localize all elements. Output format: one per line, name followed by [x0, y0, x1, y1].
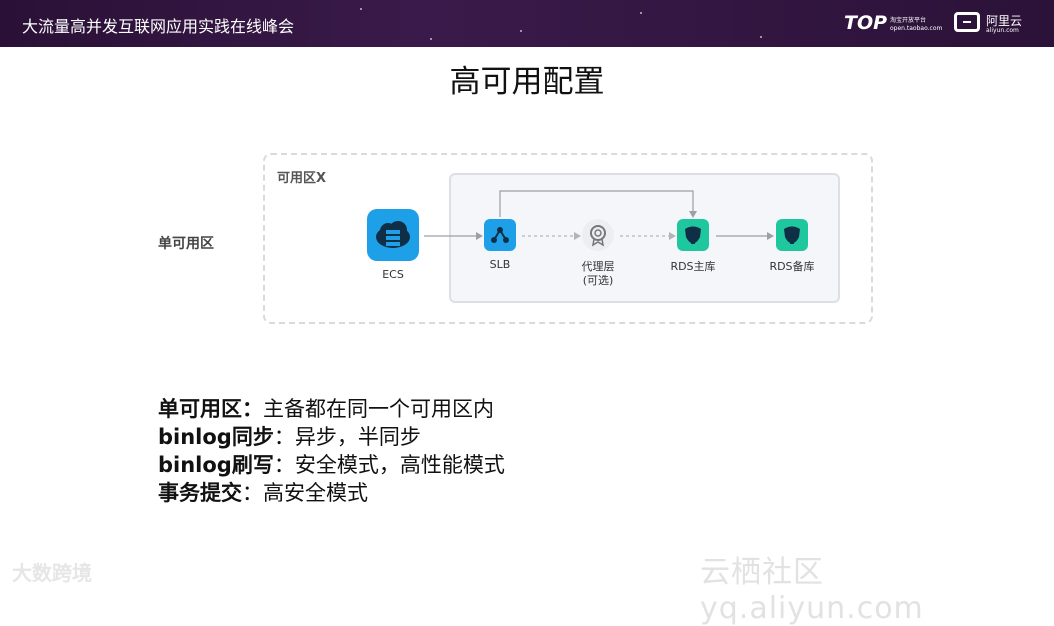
summary-value: 主备都在同一个可用区内	[263, 397, 494, 421]
star-decoration	[430, 38, 432, 40]
star-decoration	[520, 30, 522, 32]
watermark-left: 大数跨境	[12, 561, 92, 585]
star-decoration	[360, 8, 362, 10]
node-label-rds-master: RDS主库	[670, 260, 716, 273]
database-elephant-icon	[677, 219, 709, 251]
zone-label: 可用区X	[277, 171, 327, 186]
aliyun-logo-icon	[954, 12, 980, 32]
side-label: 单可用区	[158, 236, 214, 252]
node-label-rds-backup: RDS备库	[769, 260, 815, 273]
summary-line: 单可用区：主备都在同一个可用区内	[158, 393, 494, 423]
summary-value: ：安全模式，高性能模式	[273, 453, 505, 477]
aliyun-logo-url: aliyun.com	[986, 27, 1019, 34]
slide-title: 高可用配置	[449, 64, 605, 100]
star-decoration	[640, 12, 642, 14]
top-logo: TOP	[844, 12, 888, 34]
node-label-ecs: ECS	[382, 268, 404, 281]
summary-value: ：异步，半同步	[273, 425, 421, 449]
watermark-right: 云栖社区 yq.aliyun.com	[700, 555, 924, 626]
cloud-server-icon	[367, 209, 419, 261]
node-label-proxy-optional: (可选)	[582, 274, 614, 287]
header-title: 大流量高并发互联网应用实践在线峰会	[22, 17, 295, 36]
load-balancer-icon	[484, 219, 516, 251]
badge-icon	[582, 219, 614, 251]
database-elephant-icon	[776, 219, 808, 251]
summary-value: ：高安全模式	[242, 481, 368, 505]
summary-line: binlog刷写：安全模式，高性能模式	[158, 449, 505, 479]
summary-line: 事务提交：高安全模式	[158, 477, 368, 507]
summary-key: 单可用区：	[158, 397, 263, 421]
summary-key: binlog同步	[158, 425, 274, 449]
summary-key: binlog刷写	[158, 453, 274, 477]
star-decoration	[760, 36, 762, 38]
summary-line: binlog同步：异步，半同步	[158, 421, 421, 451]
node-label-slb: SLB	[489, 258, 511, 271]
top-logo-url: open.taobao.com	[890, 25, 943, 32]
top-logo-subtitle: 淘宝开放平台	[890, 17, 927, 24]
summary-key: 事务提交	[158, 481, 242, 505]
header-bar: 大流量高并发互联网应用实践在线峰会 TOP 淘宝开放平台 open.taobao…	[0, 0, 1054, 47]
